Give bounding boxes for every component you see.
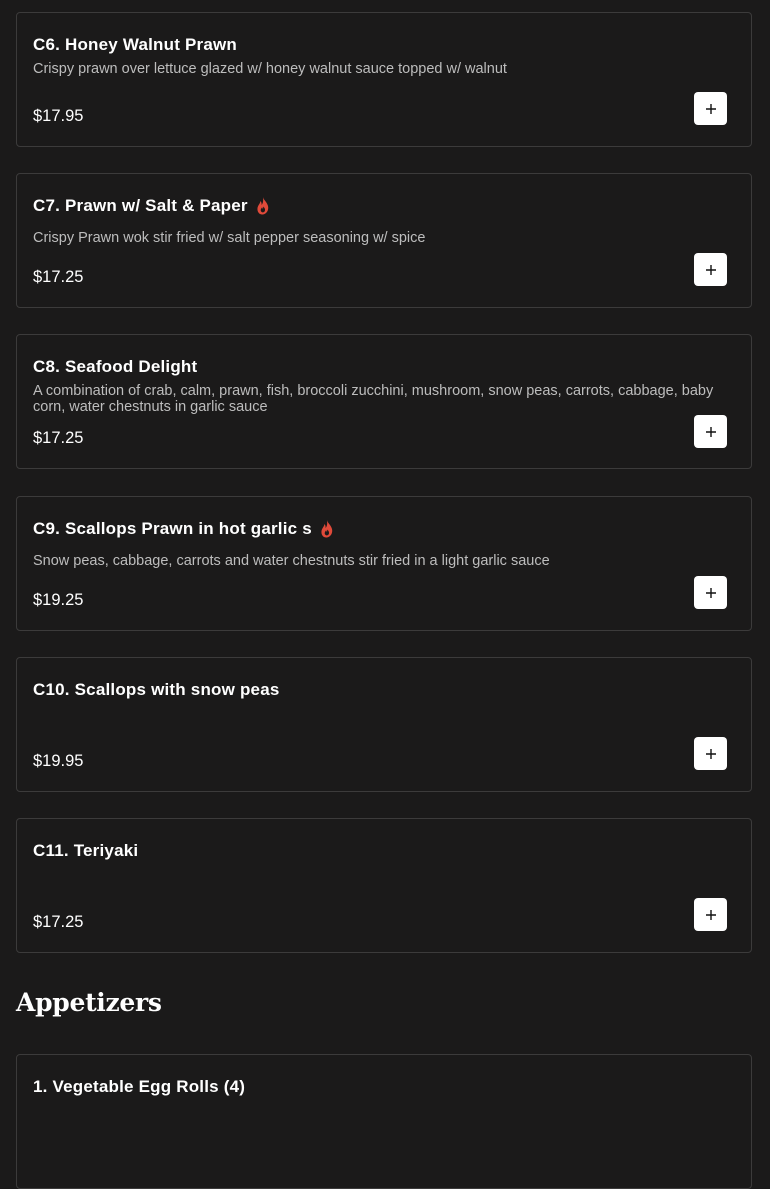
item-title: C8. Seafood Delight [33,357,197,377]
item-title-text: C8. Seafood Delight [33,357,198,376]
item-price: $17.25 [33,913,84,931]
section-heading-appetizers: Appetizers [16,988,162,1017]
add-to-cart-button[interactable] [694,253,727,286]
add-to-cart-button[interactable] [694,737,727,770]
menu-item-card[interactable]: C8. Seafood Delight A combination of cra… [16,334,752,469]
plus-icon [705,103,716,114]
item-title: C6. Honey Walnut Prawn [33,35,237,55]
menu-item-card[interactable]: C6. Honey Walnut Prawn Crispy prawn over… [16,12,752,147]
plus-icon [705,909,716,920]
spicy-flame-icon [254,196,272,216]
plus-icon [705,426,716,437]
item-description: Snow peas, cabbage, carrots and water ch… [33,553,550,569]
item-price: $17.25 [33,429,84,447]
item-title-text: C11. Teriyaki [33,841,139,860]
item-title: 1. Vegetable Egg Rolls (4) [33,1077,245,1097]
item-title: C10. Scallops with snow peas [33,680,280,700]
item-price: $17.25 [33,268,84,286]
item-title-text: C9. Scallops Prawn in hot garlic s [33,519,312,538]
item-title-text: C7. Prawn w/ Salt & Paper [33,196,248,215]
menu-item-card[interactable]: C9. Scallops Prawn in hot garlic s Snow … [16,496,752,631]
spicy-flame-icon [318,519,336,539]
item-title: C7. Prawn w/ Salt & Paper [33,196,272,216]
item-description: Crispy Prawn wok stir fried w/ salt pepp… [33,230,426,246]
menu-item-card[interactable]: C10. Scallops with snow peas $19.95 [16,657,752,792]
item-title-text: 1. Vegetable Egg Rolls (4) [33,1077,246,1096]
add-to-cart-button[interactable] [694,576,727,609]
item-price: $19.95 [33,752,84,770]
item-price: $17.95 [33,107,84,125]
plus-icon [705,264,716,275]
item-description: A combination of crab, calm, prawn, fish… [33,383,714,415]
plus-icon [705,748,716,759]
add-to-cart-button[interactable] [694,898,727,931]
add-to-cart-button[interactable] [694,415,727,448]
item-title-text: C6. Honey Walnut Prawn [33,35,238,54]
item-title: C11. Teriyaki [33,841,138,861]
menu-item-card[interactable]: C7. Prawn w/ Salt & Paper Crispy Prawn w… [16,173,752,308]
menu-item-card[interactable]: 1. Vegetable Egg Rolls (4) [16,1054,752,1189]
item-title-text: C10. Scallops with snow peas [33,680,280,699]
item-title: C9. Scallops Prawn in hot garlic s [33,519,336,539]
plus-icon [705,587,716,598]
menu-item-card[interactable]: C11. Teriyaki $17.25 [16,818,752,953]
item-description: Crispy prawn over lettuce glazed w/ hone… [33,61,507,77]
item-price: $19.25 [33,591,84,609]
add-to-cart-button[interactable] [694,92,727,125]
